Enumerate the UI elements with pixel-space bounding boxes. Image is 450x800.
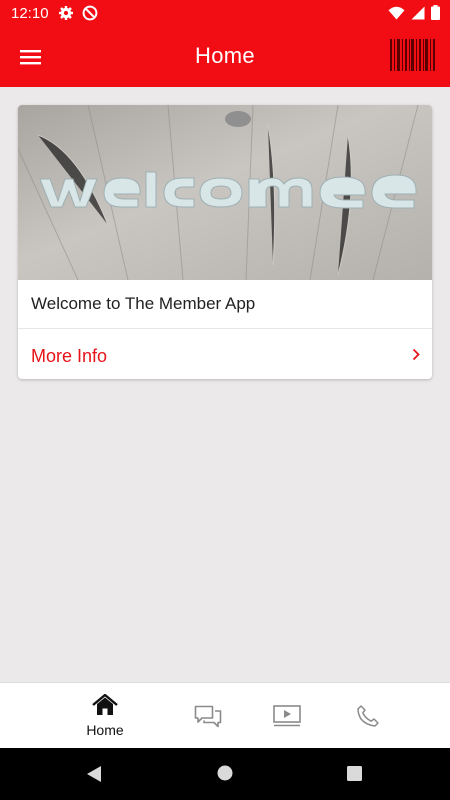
card-title: Welcome to The Member App <box>31 294 256 313</box>
more-info-button[interactable]: More Info <box>18 329 432 379</box>
tab-messages[interactable] <box>180 683 236 749</box>
welcome-photo <box>18 105 432 280</box>
status-time: 12:10 <box>11 5 49 22</box>
bottom-nav: Home <box>0 682 450 749</box>
video-icon <box>273 705 301 727</box>
app-bar: Home <box>0 27 450 87</box>
tab-video[interactable] <box>258 683 316 749</box>
chevron-right-icon <box>412 348 420 361</box>
welcome-card: Welcome to The Member App More Info <box>18 105 432 379</box>
signal-icon <box>411 6 425 19</box>
home-icon <box>92 694 118 715</box>
barcode-icon <box>390 39 435 71</box>
back-icon[interactable] <box>86 765 102 783</box>
tab-phone[interactable] <box>340 683 396 749</box>
more-info-label: More Info <box>31 346 108 366</box>
card-image <box>18 105 432 280</box>
recents-icon[interactable] <box>347 766 362 781</box>
tab-home[interactable]: Home <box>64 683 146 749</box>
wifi-icon <box>388 6 405 19</box>
tab-home-label: Home <box>86 722 124 738</box>
page-title: Home <box>195 43 255 68</box>
chat-icon <box>194 705 222 728</box>
gear-icon <box>59 6 73 20</box>
system-nav-bar <box>0 748 450 800</box>
barcode-button[interactable] <box>388 38 438 72</box>
no-disturb-icon <box>82 5 98 21</box>
battery-icon <box>431 5 440 20</box>
phone-icon <box>357 705 379 727</box>
status-bar: 12:10 <box>0 0 450 27</box>
home-circle-icon[interactable] <box>217 765 233 781</box>
